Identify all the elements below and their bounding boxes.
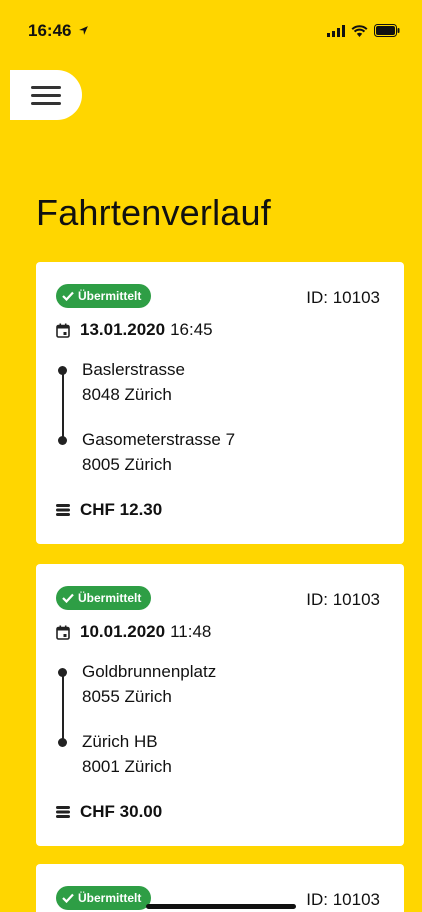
route-start-dot	[58, 668, 67, 677]
status-text: Übermittelt	[78, 891, 142, 905]
pickup-street: Goldbrunnenplatz	[82, 662, 217, 681]
pickup-address: Baslerstrasse 8048 Zürich	[82, 357, 185, 407]
coins-icon	[56, 504, 70, 516]
status-badge: Übermittelt	[56, 886, 152, 910]
menu-button[interactable]	[10, 70, 82, 120]
price-row: CHF 12.30	[56, 500, 162, 520]
calendar-icon	[56, 323, 70, 338]
coins-icon	[56, 806, 70, 818]
route-line	[62, 672, 64, 742]
ride-id: ID: 10103	[306, 288, 380, 307]
home-indicator[interactable]	[146, 904, 296, 909]
check-icon	[62, 291, 74, 301]
status-text: Übermittelt	[78, 289, 142, 303]
dropoff-address: Gasometerstrasse 7 8005 Zürich	[82, 427, 235, 477]
dropoff-city: 8005 Zürich	[82, 455, 172, 474]
dropoff-street: Gasometerstrasse 7	[82, 430, 236, 449]
route-start-dot	[58, 366, 67, 375]
route-line	[62, 370, 64, 440]
menu-icon	[31, 81, 61, 110]
ride-id: ID: 10103	[306, 590, 380, 609]
ride-date: 13.01.2020	[80, 320, 166, 339]
dropoff-city: 8001 Zürich	[82, 757, 172, 776]
time-text: 16:46	[28, 21, 72, 40]
ride-time: 11:48	[170, 622, 212, 641]
pickup-city: 8048 Zürich	[82, 385, 172, 404]
status-badge: Übermittelt	[56, 284, 152, 308]
route-end-dot	[58, 436, 67, 445]
pickup-address: Goldbrunnenplatz 8055 Zürich	[82, 659, 216, 709]
status-time: 16:46	[28, 21, 89, 41]
wifi-icon	[351, 24, 368, 37]
status-bar: 16:46	[0, 0, 422, 60]
ride-time: 16:45	[170, 320, 213, 339]
status-badge: Übermittelt	[56, 586, 152, 610]
location-arrow-icon	[79, 26, 89, 35]
ride-card[interactable]: Übermittelt ID: 10103 13.01.2020 16:45 B…	[36, 262, 404, 544]
status-text: Übermittelt	[78, 591, 142, 605]
check-icon	[62, 593, 74, 603]
ride-date-row: 10.01.2020 11:48	[56, 622, 211, 642]
signal-icon	[327, 24, 345, 37]
pickup-city: 8055 Zürich	[82, 687, 172, 706]
battery-icon	[374, 24, 400, 37]
ride-date-row: 13.01.2020 16:45	[56, 320, 213, 340]
price-row: CHF 30.00	[56, 802, 162, 822]
dropoff-address: Zürich HB 8001 Zürich	[82, 729, 172, 779]
route-end-dot	[58, 738, 67, 747]
ride-card[interactable]: Übermittelt ID: 10103 10.01.2020 11:48 G…	[36, 564, 404, 846]
dropoff-street: Zürich HB	[82, 732, 158, 751]
ride-date: 10.01.2020	[80, 622, 166, 641]
status-icons	[327, 24, 400, 37]
ride-id: ID: 10103	[306, 890, 380, 909]
page-title: Fahrtenverlauf	[36, 192, 271, 233]
check-icon	[62, 893, 74, 903]
pickup-street: Baslerstrasse	[82, 360, 185, 379]
calendar-icon	[56, 625, 70, 640]
ride-price: CHF 30.00	[80, 802, 163, 821]
ride-price: CHF 12.30	[80, 500, 163, 519]
